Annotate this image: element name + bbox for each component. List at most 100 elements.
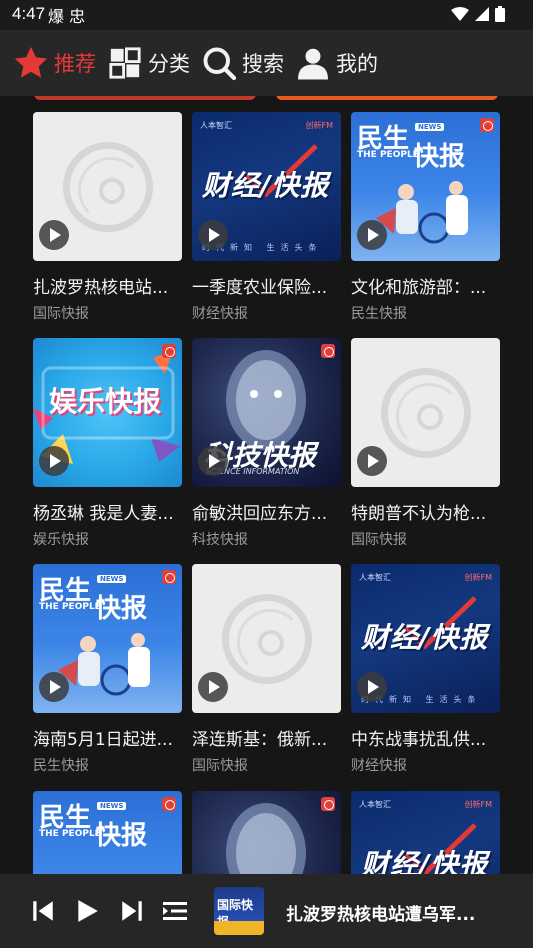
nav-recommend-label: 推荐 — [54, 52, 96, 76]
battery-icon — [495, 6, 505, 22]
program-title[interactable]: 俞敏洪回应东方... — [192, 503, 341, 525]
logo-badge-icon — [162, 797, 176, 811]
program-card[interactable]: 民生 THE PEOPLE NEWS 快报 海南5月1日起进... 民生快报 — [33, 564, 182, 775]
thumb-title-b: 快报 — [95, 821, 148, 851]
program-title[interactable]: 泽连斯基：俄新... — [192, 729, 341, 751]
thumb-title-b: 快报 — [413, 142, 466, 172]
program-category: 财经快报 — [192, 306, 248, 322]
program-thumbnail[interactable]: 民生 THE PEOPLE NEWS 快报 — [33, 791, 182, 874]
program-card[interactable]: 民生 THE PEOPLE NEWS 快报 — [33, 791, 182, 874]
top-nav: 推荐 分类 搜索 我的 — [0, 30, 533, 96]
program-card[interactable]: 人本智汇 创新FM 财经/快报 — [351, 791, 500, 874]
now-playing-title[interactable]: 扎波罗热核电站遭乌军... — [286, 900, 511, 925]
wifi-icon — [451, 7, 469, 21]
content-scroll-area[interactable]: 扎波罗热核电站... 国际快报 人本智汇 创新FM 财经/快报 时代新知 生活头… — [0, 96, 533, 874]
star-icon — [12, 44, 50, 82]
play-icon[interactable] — [357, 672, 387, 702]
program-thumbnail[interactable] — [192, 791, 341, 874]
program-title[interactable]: 中东战事扰乱供... — [351, 729, 500, 751]
program-title[interactable]: 海南5月1日起进... — [33, 729, 182, 751]
program-card[interactable]: 人本智汇 创新FM 财经/快报 时代新知 生活头条 一季度农业保险... 财经快… — [192, 112, 341, 323]
program-category: 国际快报 — [33, 306, 89, 322]
thumb-brand: 人本智汇 — [359, 800, 391, 809]
thumb-title: 财经/快报 — [361, 848, 489, 874]
thumb-brand-fm: 创新FM — [464, 800, 492, 809]
cover-people-band — [214, 921, 264, 935]
play-icon[interactable] — [39, 672, 69, 702]
program-category: 民生快报 — [33, 758, 89, 774]
program-thumbnail[interactable]: 娱乐快报 — [33, 338, 182, 487]
thumb-subtitle: THE PEOPLE — [39, 602, 101, 612]
program-card[interactable] — [192, 791, 341, 874]
status-time: 4:47 — [12, 4, 46, 23]
program-card[interactable]: 泽连斯基：俄新... 国际快报 — [192, 564, 341, 775]
play-icon[interactable] — [72, 896, 102, 926]
nav-category-label: 分类 — [148, 52, 190, 76]
logo-badge-icon — [162, 344, 176, 358]
program-thumbnail[interactable]: 民生 THE PEOPLE NEWS 快报 — [33, 564, 182, 713]
people-illustration-icon — [58, 633, 150, 696]
play-icon[interactable] — [198, 672, 228, 702]
program-thumbnail[interactable]: 人本智汇 创新FM 财经/快报 时代新知 生活头条 — [351, 564, 500, 713]
signal-icon — [475, 7, 489, 21]
play-icon[interactable] — [357, 220, 387, 250]
program-card[interactable]: 特朗普不认为枪... 国际快报 — [351, 338, 500, 549]
thumb-subtitle: THE PEOPLE — [357, 150, 419, 160]
program-title[interactable]: 杨丞琳 我是人妻... — [33, 503, 182, 525]
thumb-brand-fm: 创新FM — [464, 573, 492, 582]
thumb-news-tag: NEWS — [97, 802, 127, 810]
play-icon[interactable] — [357, 446, 387, 476]
mini-player: 国际快报 扎波罗热核电站遭乌军... — [0, 874, 533, 948]
program-card[interactable]: 娱乐快报 杨丞琳 我是人妻... 娱乐快报 — [33, 338, 182, 549]
program-title[interactable]: 文化和旅游部：... — [351, 277, 500, 299]
program-thumbnail[interactable]: 人本智汇 创新FM 财经/快报 — [351, 791, 500, 874]
user-icon — [294, 44, 332, 82]
program-thumbnail[interactable]: 民生 THE PEOPLE NEWS 快报 — [351, 112, 500, 261]
playlist-icon[interactable] — [160, 896, 190, 926]
disc-placeholder-icon — [63, 142, 153, 232]
program-title[interactable]: 一季度农业保险... — [192, 277, 341, 299]
program-thumbnail[interactable] — [33, 112, 182, 261]
thumb-news-tag: NEWS — [97, 575, 127, 583]
grid-icon — [106, 44, 144, 82]
program-thumbnail[interactable] — [351, 338, 500, 487]
thumb-brand-fm: 创新FM — [305, 121, 333, 130]
program-card[interactable]: 人本智汇 创新FM 财经/快报 时代新知 生活头条 中东战事扰乱供... 财经快… — [351, 564, 500, 775]
program-title[interactable]: 扎波罗热核电站... — [33, 277, 182, 299]
program-thumbnail[interactable] — [192, 564, 341, 713]
program-card[interactable]: 科技快报 SCIENCE INFORMATION 俞敏洪回应东方... 科技快报 — [192, 338, 341, 549]
skip-next-icon[interactable] — [117, 896, 147, 926]
thumb-brand: 人本智汇 — [359, 573, 391, 582]
logo-badge-icon — [321, 344, 335, 358]
banner-remnant-right — [276, 96, 498, 100]
logo-badge-icon — [480, 118, 494, 132]
thumb-title: 财经/快报 — [202, 169, 330, 202]
play-icon[interactable] — [39, 220, 69, 250]
nav-category[interactable]: 分类 — [106, 44, 190, 82]
banner-remnant-left — [34, 96, 256, 100]
play-icon[interactable] — [39, 446, 69, 476]
skip-previous-icon[interactable] — [28, 896, 58, 926]
program-title[interactable]: 特朗普不认为枪... — [351, 503, 500, 525]
people-illustration-icon — [376, 181, 468, 244]
nav-search[interactable]: 搜索 — [200, 44, 284, 82]
program-thumbnail[interactable]: 科技快报 SCIENCE INFORMATION — [192, 338, 341, 487]
thumb-title: 娱乐快报 — [49, 385, 162, 418]
program-card[interactable]: 民生 THE PEOPLE NEWS 快报 文化和旅游部：... 民生快报 — [351, 112, 500, 323]
thumb-title: 财经/快报 — [361, 621, 489, 654]
logo-badge-icon — [162, 570, 176, 584]
nav-mine[interactable]: 我的 — [294, 44, 378, 82]
disc-placeholder-icon — [381, 368, 471, 458]
program-thumbnail[interactable]: 人本智汇 创新FM 财经/快报 时代新知 生活头条 — [192, 112, 341, 261]
thumb-subtitle: THE PEOPLE — [39, 829, 101, 839]
search-icon — [200, 44, 238, 82]
nav-recommend[interactable]: 推荐 — [12, 44, 96, 82]
thumb-brand: 人本智汇 — [200, 121, 232, 130]
now-playing-cover[interactable]: 国际快报 — [214, 887, 264, 935]
program-card[interactable]: 扎波罗热核电站... 国际快报 — [33, 112, 182, 323]
play-icon[interactable] — [198, 446, 228, 476]
nav-mine-label: 我的 — [336, 52, 378, 76]
play-icon[interactable] — [198, 220, 228, 250]
program-category: 民生快报 — [351, 306, 407, 322]
disc-placeholder-icon — [222, 594, 312, 684]
